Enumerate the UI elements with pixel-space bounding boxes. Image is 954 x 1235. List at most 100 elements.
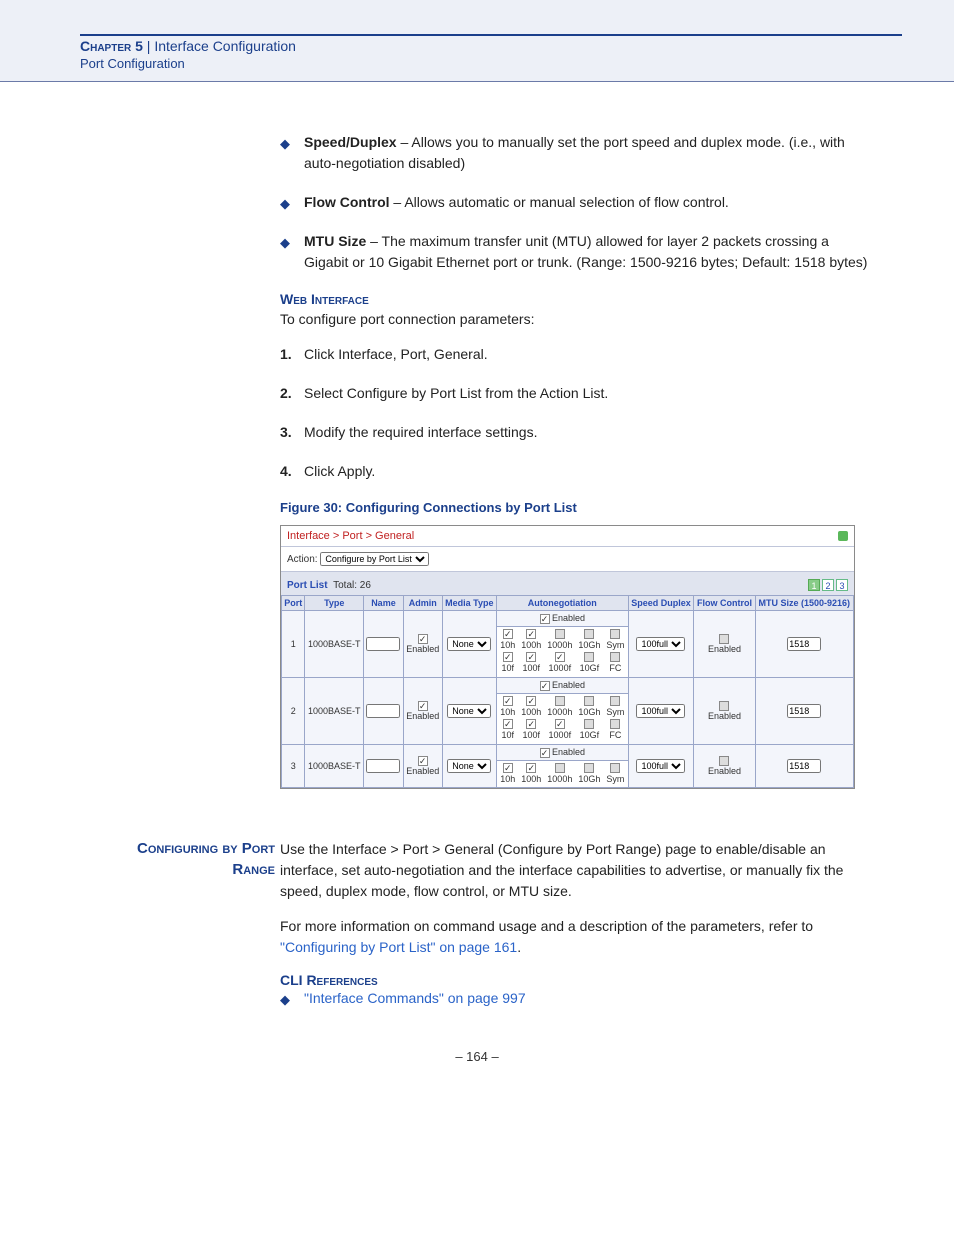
cell-admin: Enabled [403, 611, 442, 678]
name-input[interactable] [366, 637, 400, 651]
step-item: Click Apply. [280, 461, 874, 482]
autoneg-opt-label: Sym [606, 640, 624, 652]
cell-port: 3 [282, 745, 305, 788]
step-item: Modify the required interface settings. [280, 422, 874, 443]
th-media: Media Type [442, 596, 496, 611]
cell-port: 1 [282, 611, 305, 678]
autoneg-opt-checkbox[interactable] [610, 719, 620, 729]
help-icon[interactable] [838, 531, 848, 541]
autoneg-checkbox[interactable] [540, 748, 550, 758]
admin-checkbox[interactable] [418, 756, 428, 766]
autoneg-opt-label: 100f [523, 663, 541, 675]
cli-references-heading: CLI References [280, 972, 874, 988]
autoneg-opt-checkbox[interactable] [584, 763, 594, 773]
cell-admin: Enabled [403, 745, 442, 788]
autoneg-opt-label: 1000h [547, 640, 572, 652]
autoneg-opt-label: Sym [606, 774, 624, 786]
cell-autoneg-enabled: Enabled [496, 745, 628, 761]
autoneg-opt-checkbox[interactable] [503, 629, 513, 639]
name-input[interactable] [366, 759, 400, 773]
flow-checkbox[interactable] [719, 756, 729, 766]
flow-checkbox[interactable] [719, 634, 729, 644]
admin-checkbox[interactable] [418, 634, 428, 644]
autoneg-opt-checkbox[interactable] [526, 763, 536, 773]
autoneg-opt-label: 10f [501, 663, 514, 675]
autoneg-opt-checkbox[interactable] [555, 763, 565, 773]
speed-select[interactable]: 100full [636, 704, 685, 718]
autoneg-opt-label: 10Gf [580, 730, 600, 742]
autoneg-opt-checkbox[interactable] [503, 652, 513, 662]
autoneg-opt-checkbox[interactable] [610, 629, 620, 639]
autoneg-opt-checkbox[interactable] [555, 719, 565, 729]
step-item: Select Configure by Port List from the A… [280, 383, 874, 404]
autoneg-opt-label: 10Gh [578, 640, 600, 652]
autoneg-opt-checkbox[interactable] [610, 696, 620, 706]
autoneg-opt-label: 10Gf [580, 663, 600, 675]
autoneg-opt-checkbox[interactable] [584, 719, 594, 729]
cell-mtu [755, 745, 853, 788]
autoneg-opt-checkbox[interactable] [526, 696, 536, 706]
autoneg-checkbox[interactable] [540, 681, 550, 691]
autoneg-opt-label: 10h [500, 774, 515, 786]
autoneg-opt-label: 100f [523, 730, 541, 742]
breadcrumb: Interface > Port > General [287, 530, 414, 542]
media-select[interactable]: None [447, 759, 491, 773]
cell-flow: Enabled [694, 611, 755, 678]
link-port-list[interactable]: "Configuring by Port List" on page 161 [280, 939, 517, 955]
page-number: – 164 – [0, 1049, 954, 1064]
cell-autoneg-options: 10h10f100h100f1000h1000f10Gh10GfSymFC [496, 693, 628, 744]
chapter-label: Chapter 5 [80, 38, 143, 54]
name-input[interactable] [366, 704, 400, 718]
chapter-line: Chapter 5 | Interface Configuration [80, 38, 954, 54]
autoneg-opt-checkbox[interactable] [610, 763, 620, 773]
mtu-input[interactable] [787, 704, 821, 718]
cell-port: 2 [282, 678, 305, 745]
cell-flow: Enabled [694, 678, 755, 745]
autoneg-opt-checkbox[interactable] [610, 652, 620, 662]
param-text: – Allows automatic or manual selection o… [390, 194, 729, 210]
autoneg-opt-checkbox[interactable] [503, 719, 513, 729]
param-label: Speed/Duplex [304, 134, 397, 150]
autoneg-opt-checkbox[interactable] [555, 652, 565, 662]
page-header: Chapter 5 | Interface Configuration Port… [0, 0, 954, 82]
autoneg-opt-label: 100h [521, 640, 541, 652]
autoneg-opt-checkbox[interactable] [526, 719, 536, 729]
autoneg-opt-checkbox[interactable] [555, 629, 565, 639]
header-sep: | [143, 38, 154, 54]
portlist-total: Total: 26 [333, 580, 371, 591]
autoneg-opt-checkbox[interactable] [526, 652, 536, 662]
autoneg-opt-checkbox[interactable] [526, 629, 536, 639]
media-select[interactable]: None [447, 637, 491, 651]
pager-page[interactable]: 3 [836, 579, 848, 591]
mtu-input[interactable] [787, 637, 821, 651]
link-interface-commands[interactable]: "Interface Commands" on page 997 [304, 990, 526, 1006]
autoneg-opt-label: 10Gh [578, 707, 600, 719]
flow-checkbox[interactable] [719, 701, 729, 711]
autoneg-opt-checkbox[interactable] [584, 696, 594, 706]
pager-page[interactable]: 1 [808, 579, 820, 591]
param-text: – The maximum transfer unit (MTU) allowe… [304, 233, 867, 270]
cell-admin: Enabled [403, 678, 442, 745]
speed-select[interactable]: 100full [636, 759, 685, 773]
autoneg-opt-checkbox[interactable] [503, 696, 513, 706]
autoneg-opt-label: 100h [521, 774, 541, 786]
autoneg-checkbox[interactable] [540, 614, 550, 624]
th-flow: Flow Control [694, 596, 755, 611]
autoneg-opt-label: 1000f [549, 730, 572, 742]
autoneg-opt-checkbox[interactable] [503, 763, 513, 773]
pager-page[interactable]: 2 [822, 579, 834, 591]
autoneg-opt-checkbox[interactable] [555, 696, 565, 706]
th-admin: Admin [403, 596, 442, 611]
cell-flow: Enabled [694, 745, 755, 788]
admin-checkbox[interactable] [418, 701, 428, 711]
param-label: MTU Size [304, 233, 366, 249]
media-select[interactable]: None [447, 704, 491, 718]
autoneg-opt-checkbox[interactable] [584, 629, 594, 639]
speed-select[interactable]: 100full [636, 637, 685, 651]
action-select[interactable]: Configure by Port List [320, 552, 429, 566]
cell-type: 1000BASE-T [305, 745, 364, 788]
section-heading-port-range: Configuring by Port Range [120, 839, 275, 880]
mtu-input[interactable] [787, 759, 821, 773]
autoneg-opt-checkbox[interactable] [584, 652, 594, 662]
cell-speed: 100full [628, 745, 694, 788]
